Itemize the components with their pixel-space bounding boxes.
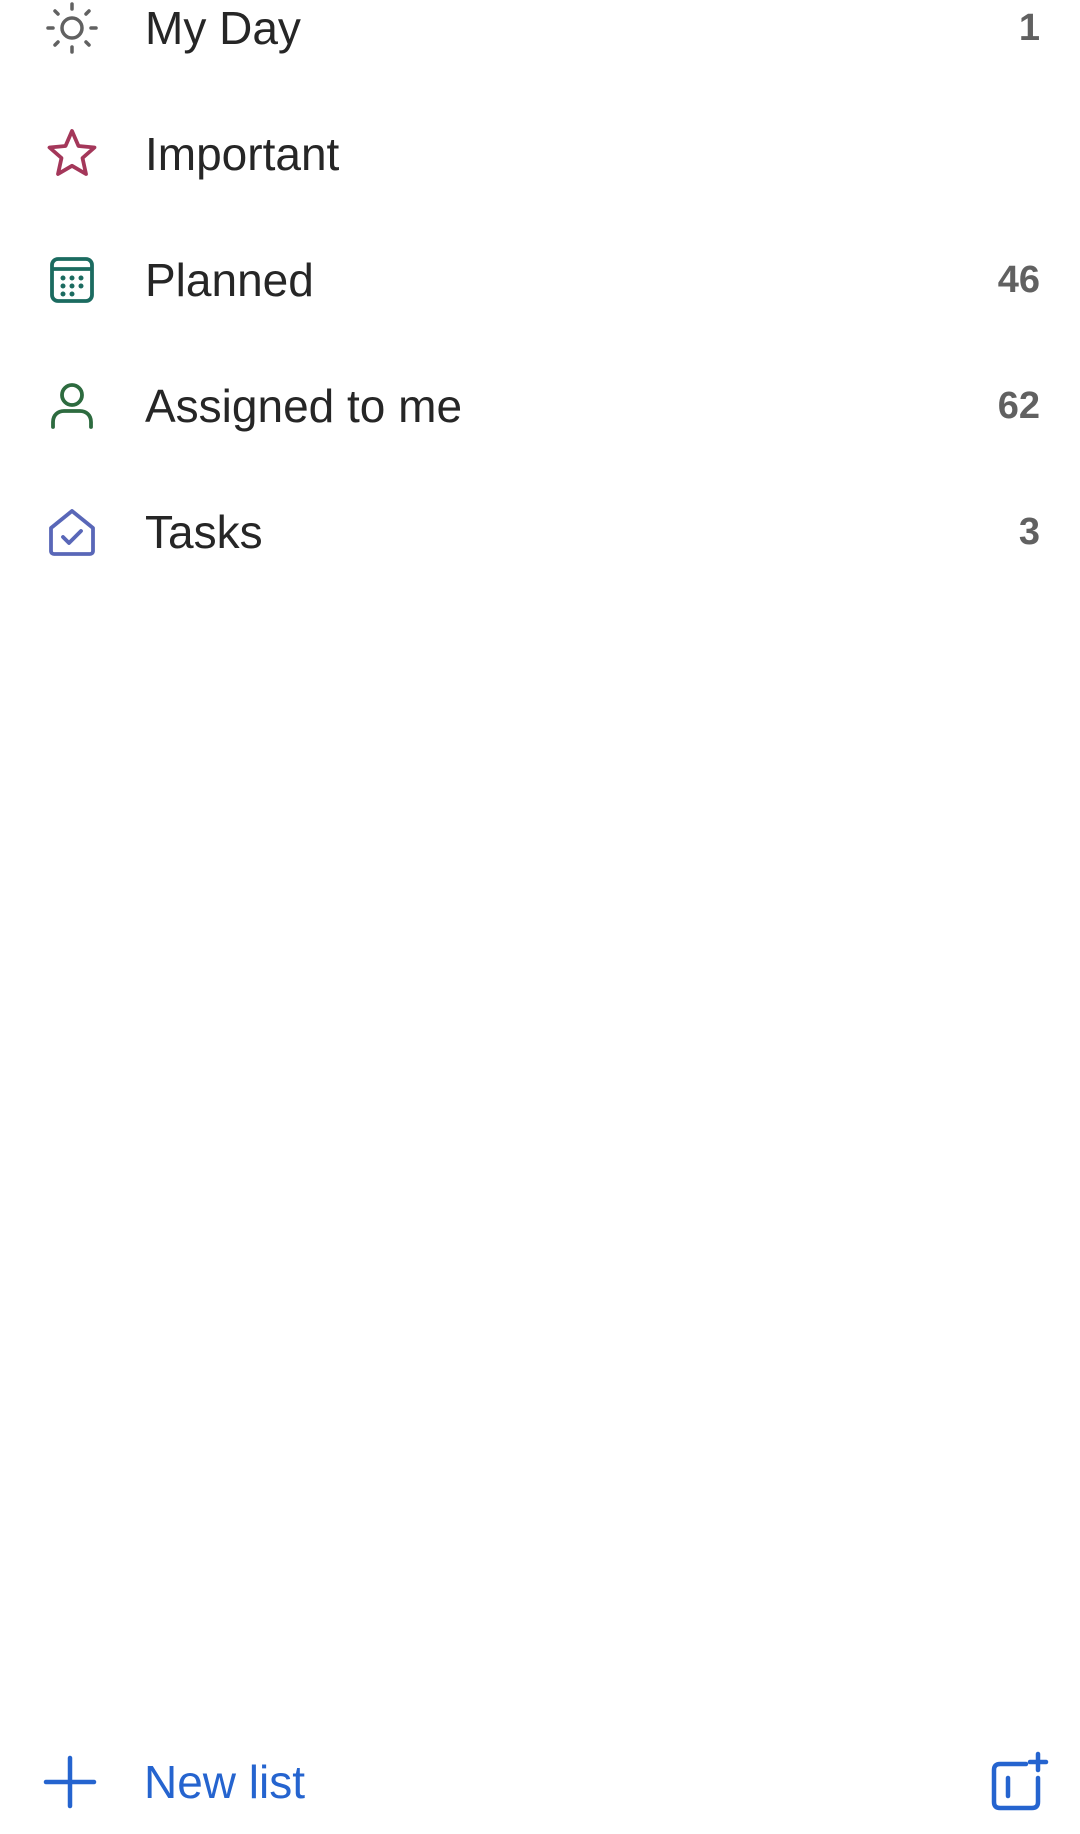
star-icon [44,126,100,182]
new-list-label: New list [144,1756,306,1808]
list-item-count: 46 [997,258,1040,301]
sun-icon [44,0,100,56]
list-item-label: Planned [145,254,314,306]
list-item-label: Important [145,128,340,180]
list-item-label: Assigned to me [145,380,463,432]
list-item-tasks[interactable]: Tasks 3 [0,469,1080,595]
plus-icon [40,1752,100,1812]
footer-bar: New list [0,1730,1080,1834]
list-item-label: My Day [145,2,301,54]
list-item-important[interactable]: Important [0,91,1080,217]
list-item-count: 1 [1018,6,1040,49]
list-item-count: 62 [997,384,1040,427]
calendar-icon [44,252,100,308]
list-item-planned[interactable]: Planned 46 [0,217,1080,343]
new-list-button[interactable]: New list [40,1730,305,1834]
home-check-icon [44,504,100,560]
list-item-count: 3 [1018,510,1040,553]
list-item-assigned-to-me[interactable]: Assigned to me 62 [0,343,1080,469]
new-group-icon [986,1750,1050,1819]
person-icon [44,378,100,434]
list-item-label: Tasks [145,506,263,558]
new-group-button[interactable] [986,1750,1050,1819]
list-item-my-day[interactable]: My Day 1 [0,0,1080,91]
